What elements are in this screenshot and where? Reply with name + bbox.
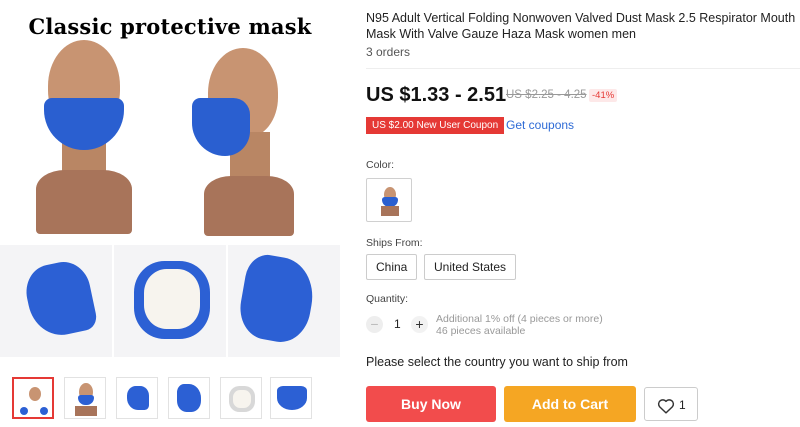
plus-icon[interactable]: + [411,316,428,333]
discount-badge: -41% [589,89,618,102]
ships-from-china[interactable]: China [366,254,418,280]
shipping-message: Please select the country you want to sh… [366,355,628,369]
mannequin-front [36,40,136,235]
minus-icon[interactable]: − [366,316,383,333]
thumbnail-5[interactable] [220,377,262,419]
get-coupons-link[interactable]: Get coupons [506,118,574,132]
orders-count: 3 orders [366,45,411,59]
color-label: Color: [366,159,395,171]
main-product-image[interactable]: Classic protective mask [0,0,340,243]
original-price: US $2.25 - 4.25 [506,89,587,101]
wishlist-count: 1 [679,398,686,412]
quantity-label: Quantity: [366,293,409,305]
buy-now-button[interactable]: Buy Now [366,386,496,422]
heart-outline-icon [657,399,675,414]
bulk-discount-note: Additional 1% off (4 pieces or more) [436,313,603,325]
thumbnail-2[interactable] [64,377,106,419]
price: US $1.33 - 2.51 [366,84,507,106]
ships-from-united-states[interactable]: United States [424,254,517,280]
thumbnail-6[interactable] [270,377,312,419]
product-title: N95 Adult Vertical Folding Nonwoven Valv… [366,11,796,41]
product-info-panel: N95 Adult Vertical Folding Nonwoven Valv… [366,0,800,427]
detail-image-side[interactable] [228,245,340,357]
new-user-coupon-badge: US $2.00 New User Coupon [366,117,505,134]
stock-available: 46 pieces available [436,325,526,337]
main-image-title: Classic protective mask [28,14,312,39]
detail-image-inside[interactable] [114,245,226,357]
add-to-cart-button[interactable]: Add to Cart [504,386,636,422]
wishlist-button[interactable]: 1 [644,387,698,421]
ships-from-label: Ships From: [366,237,423,249]
detail-image-front[interactable] [0,245,112,357]
thumbnail-4[interactable] [168,377,210,419]
thumbnail-1[interactable] [12,377,54,419]
quantity-note: Additional 1% off (4 pieces or more) 46 … [436,313,603,337]
color-option[interactable] [366,178,412,222]
mannequin-side [190,48,300,238]
thumbnail-strip [12,377,342,421]
product-gallery: Classic protective mask [0,0,340,427]
quantity-value[interactable]: 1 [394,317,401,331]
thumbnail-3[interactable] [116,377,158,419]
divider [366,68,800,69]
product-detail-images [0,245,340,357]
